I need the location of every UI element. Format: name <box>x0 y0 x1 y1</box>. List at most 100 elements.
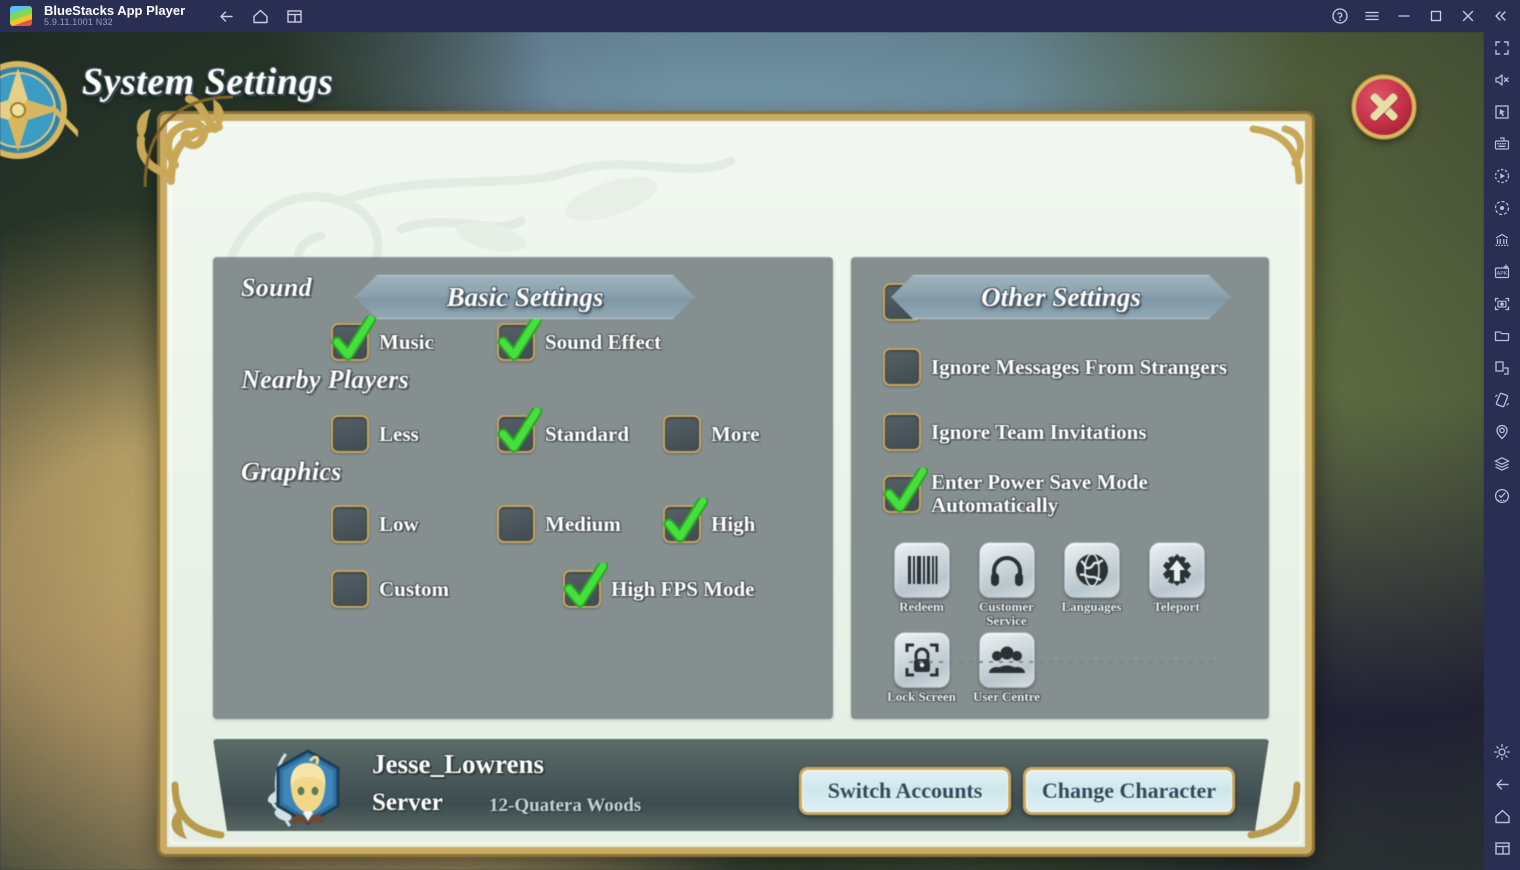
multi-instance-button[interactable] <box>277 0 311 32</box>
shortcut-languages[interactable]: Languages <box>1049 542 1134 627</box>
shortcut-redeem[interactable]: Redeem <box>879 542 964 627</box>
svg-text:APK: APK <box>1497 271 1508 277</box>
bluestacks-sidebar: APK <box>1484 32 1520 870</box>
recents-icon[interactable] <box>1484 832 1520 864</box>
checkbox-less[interactable] <box>331 415 369 453</box>
menu-button[interactable] <box>1356 0 1388 32</box>
checkbox-low[interactable] <box>331 505 369 543</box>
home-icon[interactable] <box>1484 800 1520 832</box>
server-value: 12-Quatera Woods <box>489 795 642 816</box>
headset-icon <box>990 556 1023 586</box>
back-button[interactable] <box>209 0 243 32</box>
app-title: BlueStacks App Player <box>44 3 186 19</box>
player-name: Jesse_Lowrens <box>372 749 544 779</box>
checkbox-label-ignore-team-invitations: Ignore Team Invitations <box>931 419 1147 444</box>
system-settings-dialog: Basic Settings Other Settings Sound Musi… <box>136 95 1312 854</box>
checkbox-row-more[interactable]: More <box>663 415 760 453</box>
multi-instance-manager-icon[interactable] <box>1484 224 1520 256</box>
check-icon <box>497 408 542 453</box>
gyro-icon[interactable] <box>1484 480 1520 512</box>
mute-icon[interactable] <box>1484 64 1520 96</box>
back-icon[interactable] <box>1484 768 1520 800</box>
checkbox-row-power-save-mode[interactable]: Enter Power Save Mode Automatically <box>883 467 1161 516</box>
media-folder-icon[interactable] <box>1484 320 1520 352</box>
checkbox-label-medium: Medium <box>545 511 621 536</box>
checkbox-more[interactable] <box>663 415 701 453</box>
check-icon <box>497 316 542 361</box>
cursor-icon[interactable] <box>1484 96 1520 128</box>
checkbox-label-more: More <box>711 421 760 446</box>
macro-record-icon[interactable] <box>1484 160 1520 192</box>
shortcut-user-centre[interactable]: User Centre <box>964 632 1049 704</box>
checkbox-ignore-team-invitations[interactable] <box>883 413 921 451</box>
titlebar-nav <box>209 0 311 32</box>
shortcut-customer-service[interactable]: Customer Service <box>964 542 1049 627</box>
barcode-icon <box>907 556 937 584</box>
close-dialog-button[interactable] <box>1352 75 1416 139</box>
checkbox-high[interactable] <box>663 498 708 543</box>
checkbox-row-standard[interactable]: Standard <box>497 408 629 453</box>
checkbox-label-less: Less <box>379 421 419 446</box>
rotate-icon[interactable] <box>1484 192 1520 224</box>
collapse-sidebar-button[interactable] <box>1484 0 1516 32</box>
keyboard-controls-icon[interactable] <box>1484 128 1520 160</box>
minimize-button[interactable] <box>1388 0 1420 32</box>
fullscreen-icon[interactable] <box>1484 32 1520 64</box>
other-settings-banner: Other Settings <box>891 275 1231 319</box>
install-apk-icon[interactable]: APK <box>1484 256 1520 288</box>
switch-accounts-label: Switch Accounts <box>827 778 983 803</box>
shake-icon[interactable] <box>1484 384 1520 416</box>
checkbox-label-ignore-messages-strangers: Ignore Messages From Strangers <box>931 354 1228 379</box>
layers-icon[interactable] <box>1484 448 1520 480</box>
shortcuts-row-1: Redeem Customer Service Languages Telepo… <box>879 542 1219 627</box>
checkbox-row-low[interactable]: Low <box>331 505 419 543</box>
other-settings-title: Other Settings <box>981 281 1141 312</box>
checkbox-row-less[interactable]: Less <box>331 415 419 453</box>
shortcut-caption-languages: Languages <box>1061 599 1122 614</box>
help-button[interactable] <box>1324 0 1356 32</box>
settings-gear-icon[interactable] <box>1484 736 1520 768</box>
avatar[interactable] <box>267 745 349 837</box>
checkbox-row-high[interactable]: High <box>663 498 755 543</box>
checkbox-ignore-messages-strangers[interactable] <box>883 348 921 386</box>
shortcut-lock-screen[interactable]: Lock Screen <box>879 632 964 704</box>
users-icon <box>988 646 1025 673</box>
lock-icon <box>905 643 938 677</box>
checkbox-row-sound-effect[interactable]: Sound Effect <box>497 316 661 361</box>
checkbox-high-fps-mode[interactable] <box>563 563 608 608</box>
screenshot-icon[interactable] <box>1484 288 1520 320</box>
checkbox-row-custom[interactable]: Custom <box>331 570 449 608</box>
shortcut-caption-teleport: Teleport <box>1153 599 1200 614</box>
checkbox-standard[interactable] <box>497 408 542 453</box>
checkbox-music[interactable] <box>331 316 376 361</box>
checkbox-row-high-fps-mode[interactable]: High FPS Mode <box>563 563 755 608</box>
bluestacks-logo-icon <box>10 6 32 26</box>
section-title-sound: Sound <box>241 273 312 302</box>
shortcuts-row-2: Lock Screen User Centre <box>879 632 1049 704</box>
checkbox-row-ignore-team-invitations[interactable]: Ignore Team Invitations <box>883 413 1147 451</box>
checkbox-sound-effect[interactable] <box>497 316 542 361</box>
shortcut-teleport[interactable]: Teleport <box>1134 542 1219 627</box>
checkbox-medium[interactable] <box>497 505 535 543</box>
switch-accounts-button[interactable]: Switch Accounts <box>799 767 1011 815</box>
checkbox-row-ignore-messages-strangers[interactable]: Ignore Messages From Strangers <box>883 348 1227 386</box>
home-button[interactable] <box>243 0 277 32</box>
change-character-button[interactable]: Change Character <box>1023 767 1235 815</box>
maximize-button[interactable] <box>1420 0 1452 32</box>
location-icon[interactable] <box>1484 416 1520 448</box>
shortcut-caption-lock-screen: Lock Screen <box>887 689 956 704</box>
page-title: System Settings <box>82 61 334 103</box>
checkbox-row-music[interactable]: Music <box>331 316 434 361</box>
screen-split-icon[interactable] <box>1484 352 1520 384</box>
checkbox-row-medium[interactable]: Medium <box>497 505 621 543</box>
shortcut-caption-customer-service: Customer Service <box>979 599 1034 628</box>
sidebar-bottom-group <box>1484 736 1520 864</box>
shortcut-caption-user-centre: User Centre <box>972 689 1041 704</box>
shortcut-row-dotted-divider <box>909 661 1219 663</box>
check-icon <box>331 316 376 361</box>
close-window-button[interactable] <box>1452 0 1484 32</box>
compass-emblem-icon <box>0 50 93 170</box>
checkbox-power-save-mode[interactable] <box>883 467 928 513</box>
checkbox-custom[interactable] <box>331 570 369 608</box>
check-icon <box>563 563 608 608</box>
